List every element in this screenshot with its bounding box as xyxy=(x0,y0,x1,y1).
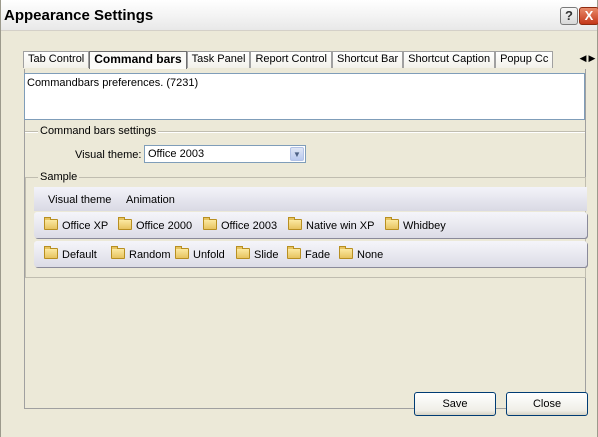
toolbar-item-random[interactable]: Random xyxy=(111,246,171,261)
help-button[interactable]: ? xyxy=(560,7,578,25)
folder-icon xyxy=(44,217,58,230)
tab-task-panel[interactable]: Task Panel xyxy=(186,51,251,68)
close-icon: X xyxy=(584,8,594,23)
toolbar-item-office-xp[interactable]: Office XP xyxy=(44,217,108,232)
folder-icon xyxy=(236,246,250,259)
tab-scroll-right-icon[interactable]: ▶ xyxy=(588,52,596,66)
help-icon: ? xyxy=(565,8,573,23)
folder-icon xyxy=(175,246,189,259)
close-window-button[interactable]: X xyxy=(579,7,598,25)
toolbar-item-default[interactable]: Default xyxy=(44,246,97,261)
sample-menu-bar: Visual theme Animation xyxy=(34,187,587,211)
folder-icon xyxy=(44,246,58,259)
toolbar-item-unfold[interactable]: Unfold xyxy=(175,246,225,261)
toolbar-item-whidbey[interactable]: Whidbey xyxy=(385,217,446,232)
folder-icon xyxy=(339,246,353,259)
menu-animation[interactable]: Animation xyxy=(126,194,175,206)
tab-scroll-left-icon[interactable]: ◀ xyxy=(579,52,587,66)
theme-toolbar: Office XP Office 2000 Office 2003 Native… xyxy=(34,212,587,238)
toolbar-item-slide[interactable]: Slide xyxy=(236,246,278,261)
folder-icon xyxy=(111,246,125,259)
appearance-settings-window: Appearance Settings ? X Tab Control Comma… xyxy=(0,0,598,437)
tab-popup-control[interactable]: Popup Cc xyxy=(495,51,554,68)
toolbar-item-office-2000[interactable]: Office 2000 xyxy=(118,217,192,232)
chevron-down-icon[interactable]: ▼ xyxy=(290,147,304,161)
tab-report-control[interactable]: Report Control xyxy=(250,51,332,68)
menu-visual-theme[interactable]: Visual theme xyxy=(48,194,111,206)
description-box: Commandbars preferences. (7231) xyxy=(24,73,585,120)
title-bar[interactable]: Appearance Settings ? X xyxy=(1,0,598,31)
close-button[interactable]: Close xyxy=(506,392,588,416)
toolbar-item-fade[interactable]: Fade xyxy=(287,246,330,261)
visual-theme-value: Office 2003 xyxy=(148,148,205,160)
window-title: Appearance Settings xyxy=(4,7,154,24)
sample-title: Sample xyxy=(38,171,80,183)
visual-theme-select[interactable]: Office 2003 ▼ xyxy=(144,145,306,163)
folder-icon xyxy=(203,217,217,230)
folder-icon xyxy=(385,217,399,230)
folder-icon xyxy=(287,246,301,259)
animation-toolbar: Default Random Unfold Slide Fade None xyxy=(34,241,587,267)
tab-strip: Tab Control Command bars Task Panel Report … xyxy=(23,51,583,69)
tab-shortcut-caption[interactable]: Shortcut Caption xyxy=(403,51,496,68)
tab-command-bars[interactable]: Command bars xyxy=(89,51,187,69)
tab-tab-control[interactable]: Tab Control xyxy=(23,51,90,68)
save-button[interactable]: Save xyxy=(414,392,496,416)
visual-theme-label: Visual theme: xyxy=(75,149,142,161)
toolbar-item-office-2003[interactable]: Office 2003 xyxy=(203,217,277,232)
folder-icon xyxy=(118,217,132,230)
toolbar-item-none[interactable]: None xyxy=(339,246,383,261)
command-bars-settings-title: Command bars settings xyxy=(38,125,159,137)
tab-shortcut-bar[interactable]: Shortcut Bar xyxy=(331,51,404,68)
toolbar-item-native-win-xp[interactable]: Native win XP xyxy=(288,217,374,232)
folder-icon xyxy=(288,217,302,230)
